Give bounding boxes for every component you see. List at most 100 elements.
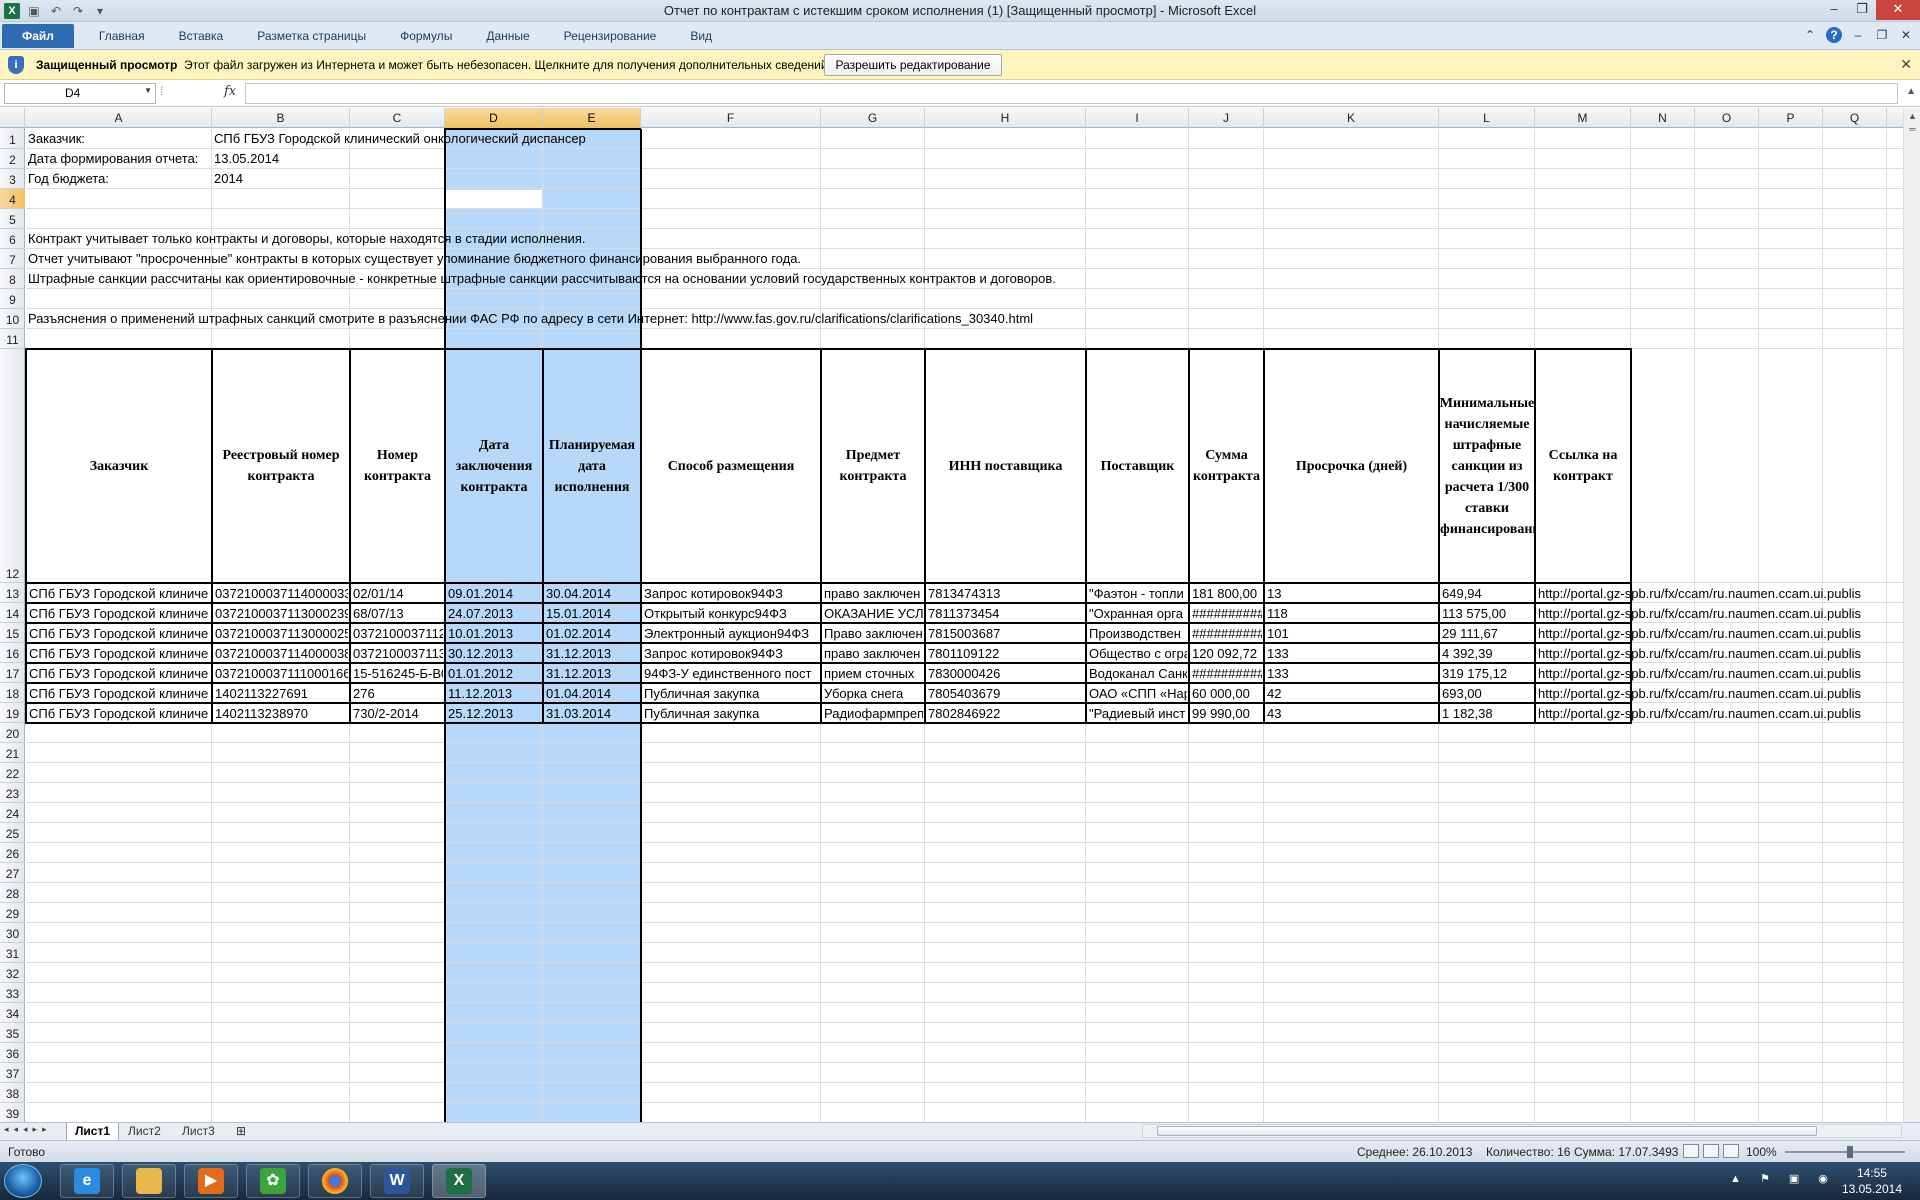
table-cell[interactable]: 24.07.2013 bbox=[446, 604, 541, 622]
row-header-17[interactable]: 17 bbox=[0, 663, 25, 683]
table-cell[interactable]: 133 bbox=[1265, 664, 1437, 682]
table-header[interactable]: ИНН поставщика bbox=[925, 349, 1086, 583]
close-icon[interactable]: ✕ bbox=[1898, 27, 1914, 43]
table-cell[interactable]: 7813474313 bbox=[926, 584, 1084, 602]
cell-a7[interactable]: Отчет учитывают "просроченные" контракты… bbox=[26, 249, 801, 269]
table-cell[interactable]: 7805403679 bbox=[926, 684, 1084, 702]
row-header-28[interactable]: 28 bbox=[0, 883, 25, 903]
table-header[interactable]: Способ размещения bbox=[641, 349, 821, 583]
table-cell[interactable]: 0372100037112 bbox=[351, 624, 443, 642]
start-button[interactable] bbox=[4, 1164, 42, 1198]
name-box[interactable]: D4 ▼ bbox=[4, 83, 156, 104]
table-cell[interactable]: СПб ГБУЗ Городской клиниче bbox=[27, 684, 210, 702]
close-icon[interactable]: ✕ bbox=[1876, 0, 1920, 20]
zoom-slider[interactable] bbox=[1785, 1146, 1905, 1158]
tab-4[interactable]: Формулы bbox=[383, 22, 469, 50]
minimize-icon[interactable]: – bbox=[1850, 27, 1866, 43]
table-cell[interactable]: 649,94 bbox=[1440, 584, 1533, 602]
row-header-39[interactable]: 39 bbox=[0, 1103, 25, 1122]
table-cell[interactable]: 101 bbox=[1265, 624, 1437, 642]
sheet-tab-3[interactable]: Лист3 bbox=[174, 1123, 223, 1141]
table-cell[interactable]: 01.04.2014 bbox=[544, 684, 639, 702]
table-cell[interactable]: СПб ГБУЗ Городской клиниче bbox=[27, 624, 210, 642]
select-all-corner[interactable] bbox=[0, 108, 25, 128]
column-header-c[interactable]: C bbox=[350, 108, 445, 128]
table-cell[interactable]: 120 092,72 bbox=[1190, 644, 1262, 662]
table-cell[interactable]: http://portal.gz-spb.ru/fx/ccam/ru.naume… bbox=[1536, 584, 1886, 602]
table-cell[interactable]: 1402113238970 bbox=[213, 704, 348, 722]
table-cell[interactable]: Публичная закупка bbox=[642, 704, 819, 722]
table-cell[interactable]: 118 bbox=[1265, 604, 1437, 622]
tab-7[interactable]: Вид bbox=[673, 22, 729, 50]
column-header-b[interactable]: B bbox=[212, 108, 350, 128]
chevron-down-icon[interactable]: ▼ bbox=[144, 86, 152, 95]
table-header[interactable]: Номер контракта bbox=[350, 349, 445, 583]
table-cell[interactable]: 30.04.2014 bbox=[544, 584, 639, 602]
table-cell[interactable]: 0372100037113 bbox=[351, 644, 443, 662]
table-header[interactable]: Просрочка (дней) bbox=[1264, 349, 1439, 583]
table-cell[interactable]: право заключен bbox=[822, 644, 923, 662]
table-cell[interactable]: 60 000,00 bbox=[1190, 684, 1262, 702]
table-cell[interactable]: СПб ГБУЗ Городской клиниче bbox=[27, 644, 210, 662]
table-cell[interactable]: 730/2-2014 bbox=[351, 704, 443, 722]
enable-editing-button[interactable]: Разрешить редактирование bbox=[824, 54, 1002, 76]
protected-view-bar[interactable]: i Защищенный просмотр Этот файл загружен… bbox=[0, 50, 1920, 80]
table-cell[interactable]: Открытый конкурс94ФЗ bbox=[642, 604, 819, 622]
taskbar-internet-explorer[interactable]: e bbox=[60, 1164, 114, 1198]
table-header[interactable]: Минимальные начисляемые штрафные санкции… bbox=[1439, 349, 1535, 583]
table-cell[interactable]: СПб ГБУЗ Городской клиниче bbox=[27, 584, 210, 602]
sheet-tab-2[interactable]: Лист2 bbox=[120, 1123, 169, 1141]
row-header-19[interactable]: 19 bbox=[0, 703, 25, 723]
row-header-22[interactable]: 22 bbox=[0, 763, 25, 783]
taskbar-explorer[interactable] bbox=[122, 1164, 176, 1198]
table-cell[interactable]: 693,00 bbox=[1440, 684, 1533, 702]
taskbar-excel[interactable]: X bbox=[432, 1164, 486, 1198]
table-cell[interactable]: 7815003687 bbox=[926, 624, 1084, 642]
tab-3[interactable]: Разметка страницы bbox=[240, 22, 383, 50]
column-header-h[interactable]: H bbox=[925, 108, 1086, 128]
row-header-14[interactable]: 14 bbox=[0, 603, 25, 623]
table-cell[interactable]: СПб ГБУЗ Городской клиниче bbox=[27, 664, 210, 682]
table-cell[interactable]: http://portal.gz-spb.ru/fx/ccam/ru.naume… bbox=[1536, 704, 1886, 722]
table-cell[interactable]: Производствен bbox=[1087, 624, 1187, 642]
normal-view-icon[interactable] bbox=[1683, 1144, 1699, 1158]
table-cell[interactable]: 0372100037111000166 bbox=[213, 664, 348, 682]
table-header[interactable]: Ссылка на контракт bbox=[1535, 349, 1631, 583]
expand-formula-bar-icon[interactable]: ▲ bbox=[1906, 86, 1916, 97]
cells-area[interactable]: Заказчик: СПб ГБУЗ Городской клинический … bbox=[25, 128, 1903, 1122]
formula-input[interactable] bbox=[245, 83, 1898, 104]
restore-icon[interactable]: ❐ bbox=[1874, 27, 1890, 43]
table-cell[interactable]: СПб ГБУЗ Городской клиниче bbox=[27, 704, 210, 722]
column-header-e[interactable]: E bbox=[543, 108, 641, 128]
row-header-2[interactable]: 2 bbox=[0, 149, 25, 169]
table-cell[interactable]: "Радиевый инст bbox=[1087, 704, 1187, 722]
table-cell[interactable]: 0372100037113000239 bbox=[213, 604, 348, 622]
table-cell[interactable]: http://portal.gz-spb.ru/fx/ccam/ru.naume… bbox=[1536, 644, 1886, 662]
column-header-n[interactable]: N bbox=[1631, 108, 1695, 128]
table-cell[interactable]: Уборка снега bbox=[822, 684, 923, 702]
page-layout-view-icon[interactable] bbox=[1703, 1144, 1719, 1158]
row-header-9[interactable]: 9 bbox=[0, 289, 25, 309]
table-header[interactable]: Дата заключения контракта bbox=[445, 349, 543, 583]
table-cell[interactable]: Право заключен bbox=[822, 624, 923, 642]
table-cell[interactable]: http://portal.gz-spb.ru/fx/ccam/ru.naume… bbox=[1536, 624, 1886, 642]
row-header-32[interactable]: 32 bbox=[0, 963, 25, 983]
column-header-a[interactable]: A bbox=[26, 108, 212, 128]
row-header-3[interactable]: 3 bbox=[0, 169, 25, 189]
active-cell[interactable] bbox=[446, 190, 543, 209]
table-cell[interactable]: 0372100037114000038 bbox=[213, 644, 348, 662]
table-cell[interactable]: 10.01.2013 bbox=[446, 624, 541, 642]
table-cell[interactable]: 113 575,00 bbox=[1440, 604, 1533, 622]
table-header[interactable]: Предмет контракта bbox=[821, 349, 925, 583]
row-header-18[interactable]: 18 bbox=[0, 683, 25, 703]
column-header-m[interactable]: M bbox=[1535, 108, 1631, 128]
table-cell[interactable]: 01.02.2014 bbox=[544, 624, 639, 642]
column-header-g[interactable]: G bbox=[821, 108, 925, 128]
table-cell[interactable]: 30.12.2013 bbox=[446, 644, 541, 662]
taskbar-word[interactable]: W bbox=[370, 1164, 424, 1198]
table-cell[interactable]: Водоканал Санк bbox=[1087, 664, 1187, 682]
vertical-scrollbar[interactable]: ▲ ═ bbox=[1903, 108, 1920, 1122]
column-header-k[interactable]: K bbox=[1264, 108, 1439, 128]
table-cell[interactable]: Публичная закупка bbox=[642, 684, 819, 702]
column-header-j[interactable]: J bbox=[1189, 108, 1264, 128]
